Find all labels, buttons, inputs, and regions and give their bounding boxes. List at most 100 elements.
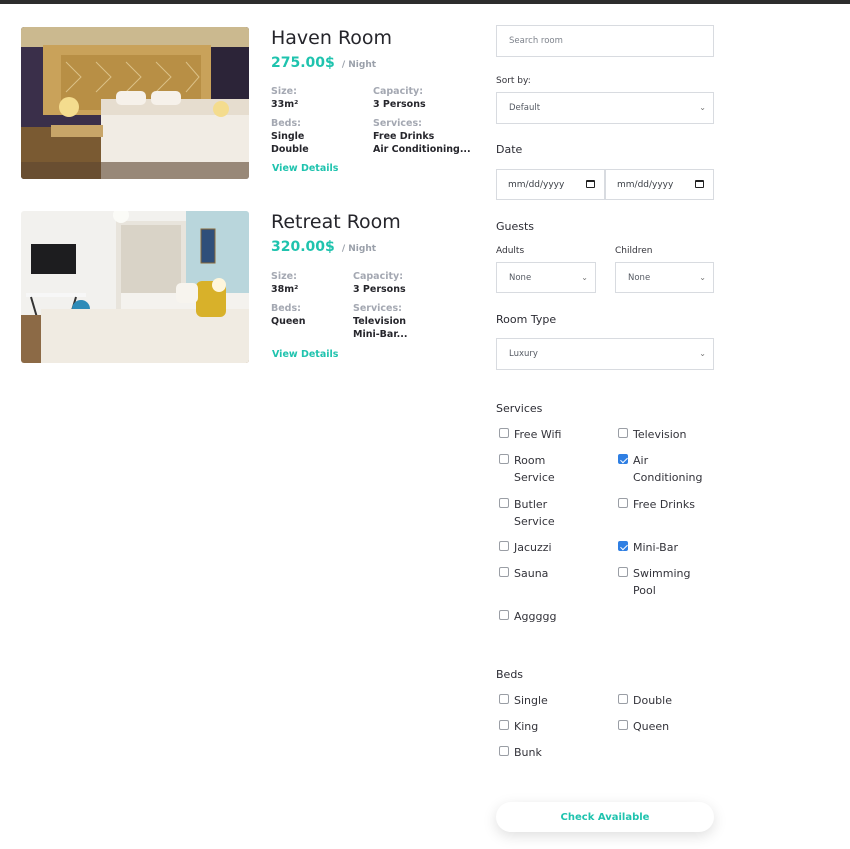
room-photo[interactable] [21,27,249,179]
capacity-label: Capacity: [353,271,404,282]
bed-checkbox-double[interactable]: Double [618,692,713,709]
checkbox-label: Free Wifi [514,428,562,441]
search-placeholder: Search room [509,36,563,46]
room-size: Size: 33m² [271,85,298,111]
checkbox-label: Sauna [514,567,549,580]
room-price: 320.00$ [271,239,335,255]
guests-title: Guests [496,220,535,233]
room-type-select[interactable]: Luxury ⌄ [496,338,714,370]
chevron-down-icon: ⌄ [581,272,588,282]
date-from-value: mm/dd/yyyy [508,179,565,190]
service-checkbox-aggggg[interactable]: Aggggg [499,608,594,625]
chevron-down-icon: ⌄ [699,103,706,113]
service-checkbox-air-conditioning[interactable]: Air Conditioning [618,452,713,486]
room-photo[interactable] [21,211,249,363]
services-title: Services [496,402,543,415]
beds-label: Beds: [271,303,301,314]
checkbox[interactable] [499,610,509,620]
calendar-icon[interactable] [695,180,704,188]
checkbox-label: Swimming Pool [633,567,691,597]
capacity-value: 3 Persons [373,99,426,110]
service-checkbox-mini-bar[interactable]: Mini-Bar [618,539,713,556]
checkbox[interactable] [618,498,628,508]
checkbox[interactable] [499,567,509,577]
service-value: Free Drinks [373,131,435,142]
room-capacity: Capacity: 3 Persons [373,85,426,111]
checkbox-label: Free Drinks [633,498,695,511]
search-input[interactable]: Search room [496,25,714,57]
check-available-button[interactable]: Check Available [496,802,714,832]
room-title[interactable]: Retreat Room [271,211,481,233]
checkbox-checked[interactable] [618,454,628,464]
service-checkbox-jacuzzi[interactable]: Jacuzzi [499,539,594,556]
size-value: 38m² [271,284,299,295]
bed-checkbox-queen[interactable]: Queen [618,718,713,735]
date-to-value: mm/dd/yyyy [617,179,674,190]
checkbox[interactable] [499,454,509,464]
children-select[interactable]: None ⌄ [615,262,714,293]
price-unit: / Night [341,60,377,70]
checkbox-label: Mini-Bar [633,541,678,554]
room-capacity: Capacity: 3 Persons [353,270,406,296]
date-to-input[interactable]: mm/dd/yyyy [605,169,714,200]
checkbox-label: Aggggg [514,610,557,623]
view-details-link[interactable]: View Details [272,349,338,360]
service-checkbox-sauna[interactable]: Sauna [499,565,594,582]
bed-checkbox-bunk[interactable]: Bunk [499,744,594,761]
service-checkbox-free-wifi[interactable]: Free Wifi [499,426,594,443]
chevron-down-icon: ⌄ [699,272,706,282]
beds-label: Beds: [271,118,301,129]
beds-title: Beds [496,668,524,681]
room-title[interactable]: Haven Room [271,27,481,49]
room-beds: Beds: Single Double [271,117,309,156]
bed-value: Queen [271,316,306,327]
sort-label: Sort by: [496,76,531,86]
size-label: Size: [271,271,297,282]
bed-checkbox-single[interactable]: Single [499,692,594,709]
checkbox-label: Air Conditioning [633,454,703,484]
checkbox[interactable] [618,567,628,577]
checkbox-label: Bunk [514,746,542,759]
adults-label: Adults [496,246,525,256]
checkbox[interactable] [618,428,628,438]
checkbox[interactable] [499,746,509,756]
checkbox[interactable] [499,541,509,551]
checkbox-label: Jacuzzi [514,541,552,554]
service-checkbox-swimming-pool[interactable]: Swimming Pool [618,565,703,599]
price-unit: / Night [341,244,377,254]
sort-select[interactable]: Default ⌄ [496,92,714,124]
service-checkbox-television[interactable]: Television [618,426,713,443]
service-value: Mini-Bar... [353,329,408,340]
checkbox[interactable] [499,694,509,704]
checkbox[interactable] [499,720,509,730]
checkbox-checked[interactable] [618,541,628,551]
date-from-input[interactable]: mm/dd/yyyy [496,169,605,200]
room-beds: Beds: Queen [271,302,306,328]
service-checkbox-butler-service[interactable]: Butler Service [499,496,574,530]
room-info: Retreat Room 320.00$ / Night Size: 38m² … [271,211,481,360]
bed-value: Single [271,131,305,142]
service-checkbox-free-drinks[interactable]: Free Drinks [618,496,713,513]
room-info: Haven Room 275.00$ / Night Size: 33m² Ca… [271,27,481,174]
checkbox-label: Single [514,694,548,707]
checkbox-label: King [514,720,539,733]
checkbox[interactable] [499,428,509,438]
checkbox-label: Queen [633,720,670,733]
service-value: Air Conditioning... [373,144,471,155]
size-value: 33m² [271,99,299,110]
checkbox[interactable] [618,694,628,704]
adults-select[interactable]: None ⌄ [496,262,596,293]
checkbox[interactable] [618,720,628,730]
services-label: Services: [353,303,402,314]
adults-value: None [509,272,532,283]
checkbox[interactable] [499,498,509,508]
room-price: 275.00$ [271,55,335,71]
checkbox-label: Butler Service [514,498,555,528]
service-checkbox-room-service[interactable]: Room Service [499,452,574,486]
view-details-link[interactable]: View Details [272,163,338,174]
top-bar [0,0,850,4]
checkbox-label: Double [633,694,672,707]
bed-checkbox-king[interactable]: King [499,718,594,735]
bed-value: Double [271,144,309,155]
calendar-icon[interactable] [586,180,595,188]
